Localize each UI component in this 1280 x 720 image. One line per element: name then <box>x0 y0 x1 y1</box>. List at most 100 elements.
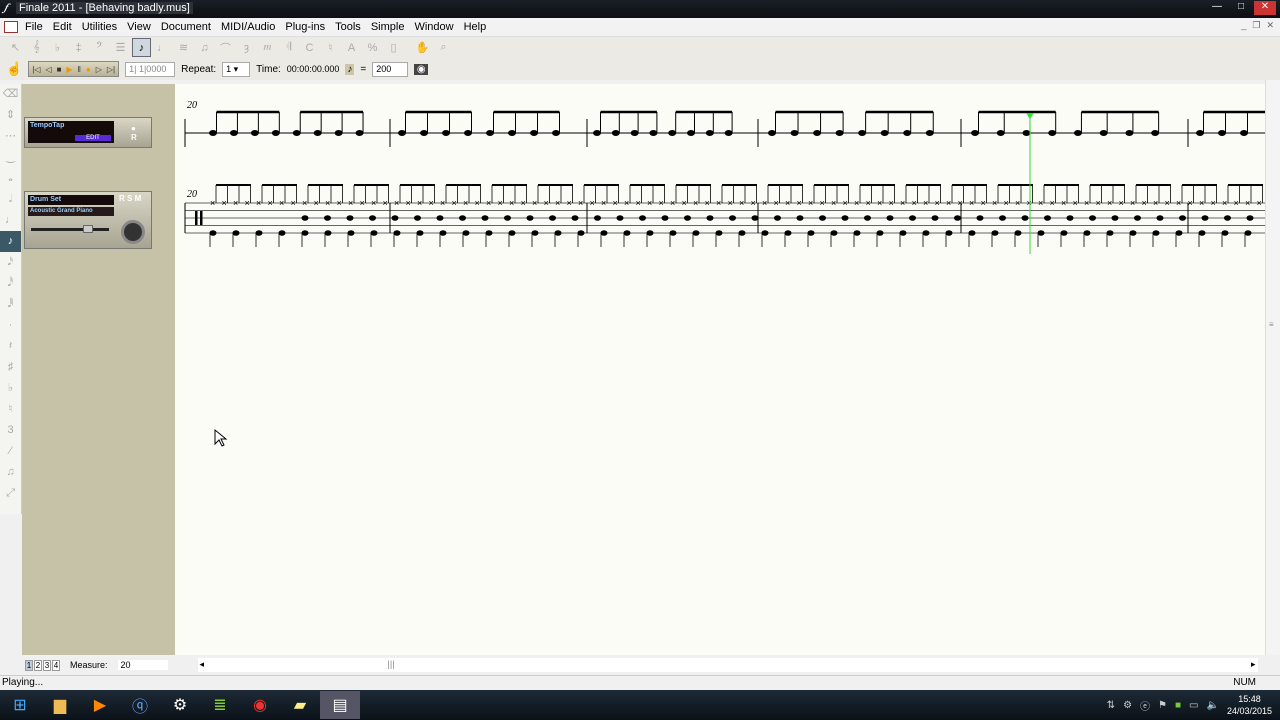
pause-button[interactable]: ‖ <box>78 65 81 74</box>
edit-button[interactable]: EDIT <box>75 135 111 141</box>
finale-taskbar-icon[interactable]: ▤ <box>320 691 360 719</box>
tuplet-tool-icon[interactable]: ♫ <box>195 38 214 57</box>
articulation-tool-icon[interactable]: ȝ <box>237 38 256 57</box>
page-3-button[interactable]: 3 <box>43 659 51 671</box>
lyrics-tool-icon[interactable]: ♮ <box>321 38 340 57</box>
half-note-icon[interactable]: 𝅗𝅥 <box>0 189 21 210</box>
rest-icon[interactable]: 𝄽 <box>0 336 21 357</box>
chrome-icon[interactable]: ◉ <box>240 691 280 719</box>
simple-entry-tool-icon[interactable]: ♪ <box>132 38 151 57</box>
flip-icon[interactable]: ⤢ <box>0 483 21 504</box>
page-1-button[interactable]: 1 <box>25 659 33 671</box>
score-view[interactable]: 20 20 × × × × × × × × × × × × × × × × × × × × × × × × × × × × × × × × × × × ×… <box>175 84 1276 655</box>
eraser-icon[interactable]: ⌫ <box>0 84 21 105</box>
doc-minimize-button[interactable]: _ <box>1241 20 1246 31</box>
beam-icon[interactable]: ♫ <box>0 462 21 483</box>
hyperscribe-tool-icon[interactable]: ≋ <box>174 38 193 57</box>
volume-slider[interactable] <box>31 225 109 233</box>
expression-tool-icon[interactable]: 𝆐 <box>258 38 277 57</box>
rewind-button[interactable]: ◁ <box>45 65 51 74</box>
steam-icon[interactable]: ⚙ <box>160 691 200 719</box>
hand-grabber-tool-icon[interactable]: ✋ <box>413 38 432 57</box>
forward-button[interactable]: ▷ <box>96 65 102 74</box>
sharp-icon[interactable]: ♯ <box>0 357 21 378</box>
resize-tool-icon[interactable]: % <box>363 38 382 57</box>
doc-close-button[interactable]: ✕ <box>1266 20 1274 31</box>
menu-document[interactable]: Document <box>156 21 216 33</box>
dot-icon[interactable]: · <box>0 315 21 336</box>
menu-plug-ins[interactable]: Plug-ins <box>280 21 330 33</box>
zoom-tool-icon[interactable]: ⌕ <box>434 38 453 57</box>
pan-knob[interactable] <box>121 220 145 244</box>
grace-note-icon[interactable]: ⋯ <box>0 126 21 147</box>
stop-button[interactable]: ■ <box>57 65 62 74</box>
smart-shape-tool-icon[interactable]: ⌒ <box>216 38 235 57</box>
time-signature-tool-icon[interactable]: ‡ <box>69 38 88 57</box>
menu-utilities[interactable]: Utilities <box>77 21 122 33</box>
measure-tool-icon[interactable]: ☰ <box>111 38 130 57</box>
clef-tool-icon[interactable]: 𝄢 <box>90 38 109 57</box>
flat-icon[interactable]: ♭ <box>0 378 21 399</box>
tray-app-icon[interactable]: ⓔ <box>1140 698 1150 713</box>
document-icon[interactable] <box>4 21 18 33</box>
repeat-select[interactable]: 1 ▾ <box>222 61 251 77</box>
repeat-tool-icon[interactable]: 𝄇 <box>279 38 298 57</box>
record-button[interactable]: ● <box>86 65 91 74</box>
start-button[interactable]: ⊞ <box>0 691 40 719</box>
selection-tool-icon[interactable]: ↖ <box>6 38 25 57</box>
network-icon[interactable]: ⇅ <box>1107 700 1115 711</box>
vertical-scrollbar[interactable]: ≡ <box>1265 80 1280 655</box>
tuplet-icon[interactable]: 3 <box>0 420 21 441</box>
menu-window[interactable]: Window <box>409 21 458 33</box>
horizontal-scrollbar[interactable]: ◂ ||| ▸ <box>197 658 1258 672</box>
display-icon[interactable]: ▭ <box>1189 700 1198 711</box>
instrument-select[interactable]: Acoustic Grand Piano <box>28 207 114 216</box>
rewind-start-button[interactable]: |◁ <box>32 65 40 74</box>
tempotap-record-button[interactable]: ● R <box>131 124 137 142</box>
eighth-note-icon[interactable]: ♪ <box>0 231 21 252</box>
tempo-input[interactable]: 200 <box>372 61 409 77</box>
steam-tray-icon[interactable]: ⚙ <box>1123 700 1132 711</box>
staff-tool-icon[interactable]: 𝄞 <box>27 38 46 57</box>
tempo-note-icon[interactable]: ♪ <box>345 63 355 75</box>
speedy-entry-tool-icon[interactable]: ♩ <box>153 38 172 57</box>
nvidia-icon[interactable]: ■ <box>1175 700 1181 711</box>
menu-view[interactable]: View <box>122 21 156 33</box>
measure-input[interactable]: 20 <box>117 660 168 670</box>
forward-end-button[interactable]: ▷| <box>107 65 115 74</box>
text-tool-icon[interactable]: A <box>342 38 361 57</box>
equalizer-app-icon[interactable]: ≣ <box>200 691 240 719</box>
quarter-note-icon[interactable]: ♩ <box>0 210 21 231</box>
menu-midi-audio[interactable]: MIDI/Audio <box>216 21 280 33</box>
speaker-icon[interactable]: ◉ <box>414 63 429 75</box>
sixteenth-note-icon[interactable]: 𝅘𝅥𝅯 <box>0 252 21 273</box>
tie-icon[interactable]: ‿ <box>0 147 21 168</box>
natural-icon[interactable]: ♮ <box>0 399 21 420</box>
media-player-icon[interactable]: ▶ <box>80 691 120 719</box>
menu-edit[interactable]: Edit <box>48 21 77 33</box>
page-4-button[interactable]: 4 <box>52 659 60 671</box>
up-down-icon[interactable]: ⇕ <box>0 105 21 126</box>
chord-tool-icon[interactable]: C <box>300 38 319 57</box>
action-center-icon[interactable]: ⚑ <box>1158 700 1167 711</box>
explorer-icon[interactable]: ▆ <box>40 691 80 719</box>
page-layout-tool-icon[interactable]: ▯ <box>384 38 403 57</box>
key-signature-tool-icon[interactable]: ♭ <box>48 38 67 57</box>
volume-icon[interactable]: 🔈 <box>1207 700 1219 711</box>
play-button[interactable]: ▶ <box>66 65 72 74</box>
thirty-second-note-icon[interactable]: 𝅘𝅥𝅰 <box>0 273 21 294</box>
maximize-button[interactable]: □ <box>1230 1 1252 15</box>
qbittorrent-icon[interactable]: ⓠ <box>120 691 160 719</box>
record-solo-mute-buttons[interactable]: R S M <box>119 194 141 203</box>
sixty-fourth-note-icon[interactable]: 𝅘𝅥𝅱 <box>0 294 21 315</box>
sticky-notes-icon[interactable]: ▰ <box>280 691 320 719</box>
menu-tools[interactable]: Tools <box>330 21 366 33</box>
menu-help[interactable]: Help <box>459 21 492 33</box>
page-2-button[interactable]: 2 <box>34 659 42 671</box>
playback-settings-icon[interactable]: ☝ <box>6 61 22 77</box>
slash-icon[interactable]: ⁄ <box>0 441 21 462</box>
close-button[interactable]: ✕ <box>1254 1 1276 15</box>
minimize-button[interactable]: — <box>1206 1 1228 15</box>
clock[interactable]: 15:48 24/03/2015 <box>1227 693 1272 717</box>
menu-file[interactable]: File <box>20 21 48 33</box>
